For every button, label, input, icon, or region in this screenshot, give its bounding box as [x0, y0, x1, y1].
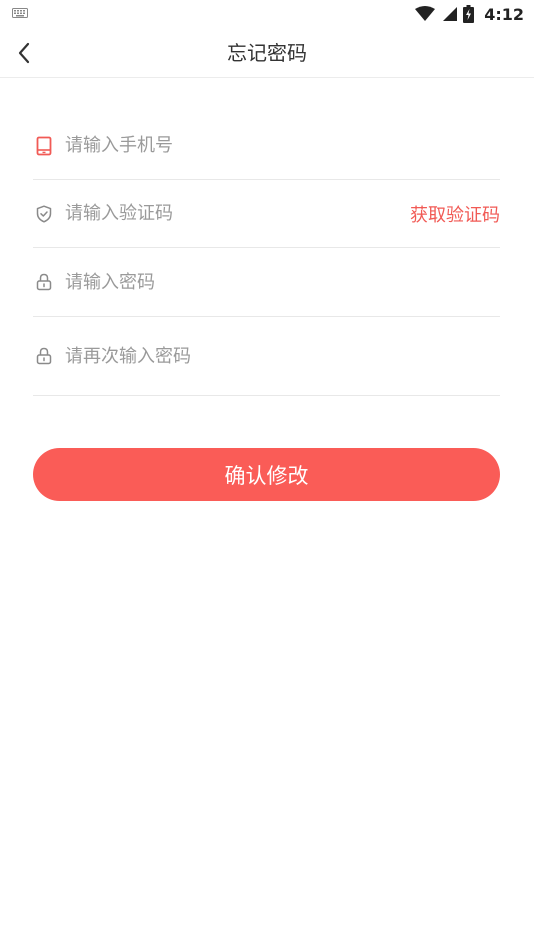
back-button[interactable]	[8, 37, 40, 69]
keyboard-icon	[12, 8, 28, 18]
reset-password-form: 获取验证码	[33, 112, 500, 396]
shield-check-icon	[35, 204, 53, 223]
phone-icon	[35, 136, 53, 155]
chevron-left-icon	[18, 42, 30, 64]
password-row	[33, 248, 500, 317]
battery-icon	[463, 5, 475, 23]
lock-icon	[35, 273, 53, 291]
signal-icon	[443, 7, 458, 21]
wifi-icon	[415, 6, 436, 21]
code-row: 获取验证码	[33, 180, 500, 248]
navigation-bar: 忘记密码	[0, 28, 534, 78]
confirm-password-input[interactable]	[65, 341, 500, 371]
status-time: 4:12	[484, 4, 524, 24]
verification-code-input[interactable]	[65, 198, 410, 229]
page-title: 忘记密码	[227, 41, 307, 65]
lock-icon	[35, 347, 53, 365]
phone-row	[33, 112, 500, 180]
confirm-password-row	[33, 317, 500, 396]
status-bar: 4:12	[0, 0, 534, 28]
phone-input[interactable]	[65, 130, 500, 161]
confirm-change-button[interactable]: 确认修改	[33, 448, 500, 501]
password-input[interactable]	[65, 267, 500, 297]
get-code-button[interactable]: 获取验证码	[410, 201, 500, 227]
status-icons: 4:12	[415, 3, 524, 25]
